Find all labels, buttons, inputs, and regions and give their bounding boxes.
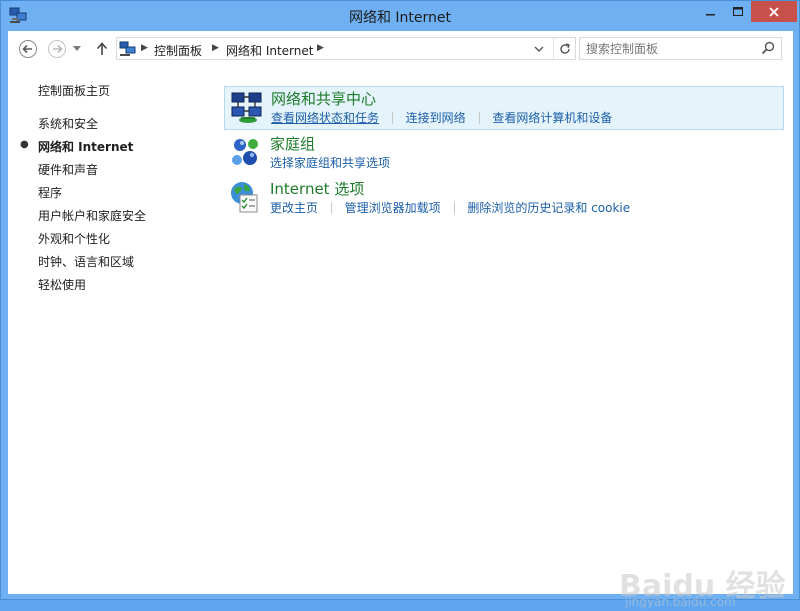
link-divider [391,112,393,124]
category-homegroup[interactable]: 家庭组 选择家庭组和共享选项 [224,132,784,174]
close-button[interactable] [751,1,797,22]
address-history-dropdown[interactable] [531,41,547,57]
sidebar-item-clock-language-region[interactable]: 时钟、语言和区域 [38,253,134,270]
sidebar: 控制面板主页 系统和安全 ● 网络和 Internet 硬件和声音 程序 用户帐… [8,68,218,594]
search-box[interactable] [579,37,782,60]
address-bar: ▶ 控制面板 ▶ 网络和 Internet ▶ [8,31,793,68]
up-button[interactable] [94,39,110,59]
link-homegroup-sharing-options[interactable]: 选择家庭组和共享选项 [270,154,390,171]
link-connect-to-network[interactable]: 连接到网络 [406,109,466,126]
search-input[interactable] [586,40,756,57]
link-change-home-page[interactable]: 更改主页 [270,199,318,216]
back-arrow-icon [19,40,37,58]
sidebar-item-network-internet[interactable]: 网络和 Internet [38,138,133,155]
forward-button[interactable] [47,39,67,59]
sidebar-item-programs[interactable]: 程序 [38,184,62,201]
sidebar-item-control-panel-home[interactable]: 控制面板主页 [38,82,110,99]
close-icon [769,6,779,17]
minimize-icon [705,13,715,15]
minimize-button[interactable] [697,1,724,22]
sidebar-item-system-security[interactable]: 系统和安全 [38,115,98,132]
back-button[interactable] [18,39,38,59]
maximize-button[interactable] [724,1,751,22]
category-links: 更改主页 管理浏览器加载项 删除浏览的历史记录和 cookie [270,199,630,216]
sidebar-item-user-accounts[interactable]: 用户帐户和家庭安全 [38,207,146,224]
watermark-url: jingyan.baidu.com [625,595,736,609]
breadcrumb-separator-icon: ▶ [212,43,219,53]
category-internet-options[interactable]: Internet 选项 更改主页 管理浏览器加载项 删除浏览的历史记录和 coo… [224,177,784,219]
network-location-icon [119,41,136,60]
breadcrumb-separator-icon: ▶ [317,43,324,53]
breadcrumb-control-panel[interactable]: 控制面板 [154,42,202,59]
client-area: ▶ 控制面板 ▶ 网络和 Internet ▶ 搜索控制面板 控制面板主页 系统… [8,31,793,609]
internet-options-icon [228,179,264,215]
sidebar-item-ease-of-access[interactable]: 轻松使用 [38,276,86,293]
breadcrumb-separator-icon: ▶ [141,43,148,53]
link-divider [453,202,455,214]
title-bar[interactable]: 网络和 Internet [1,1,799,31]
forward-arrow-icon [48,40,66,58]
current-item-bullet-icon: ● [20,139,29,150]
search-icon[interactable] [761,41,775,58]
link-delete-browsing-history[interactable]: 删除浏览的历史记录和 cookie [467,199,630,216]
recent-locations-button[interactable] [71,39,83,59]
chevron-down-icon [73,46,81,51]
link-view-network-computers[interactable]: 查看网络计算机和设备 [492,109,612,126]
link-divider [330,202,332,214]
sidebar-item-hardware-sound[interactable]: 硬件和声音 [38,161,98,178]
refresh-button[interactable] [553,38,576,59]
maximize-icon [732,6,743,16]
breadcrumb-network-internet[interactable]: 网络和 Internet [226,42,313,59]
category-network-sharing-center[interactable]: 网络和共享中心 查看网络状态和任务 连接到网络 查看网络计算机和设备 [224,86,784,130]
up-arrow-icon [96,42,108,55]
sidebar-item-appearance[interactable]: 外观和个性化 [38,230,110,247]
control-panel-window: 网络和 Internet ▶ 控制面板 ▶ 网络和 Internet ▶ 搜索控… [0,0,800,609]
window-title: 网络和 Internet [348,10,452,26]
category-title-network-sharing-center[interactable]: 网络和共享中心 [271,88,376,109]
refresh-icon [560,42,570,54]
link-view-network-status[interactable]: 查看网络状态和任务 [271,109,379,126]
homegroup-icon [228,134,264,170]
category-title-internet-options[interactable]: Internet 选项 [270,178,364,199]
category-title-homegroup[interactable]: 家庭组 [270,133,315,154]
link-divider [478,112,480,124]
chevron-down-icon [534,46,544,52]
address-path-box[interactable]: ▶ 控制面板 ▶ 网络和 Internet ▶ [116,37,576,60]
link-manage-add-ons[interactable]: 管理浏览器加载项 [345,199,441,216]
baidu-jingyan-watermark: Baidu 经验 jingyan.baidu.com [615,551,795,611]
network-sharing-center-icon [229,89,265,125]
category-links: 查看网络状态和任务 连接到网络 查看网络计算机和设备 [271,109,612,126]
category-links: 选择家庭组和共享选项 [270,154,390,171]
